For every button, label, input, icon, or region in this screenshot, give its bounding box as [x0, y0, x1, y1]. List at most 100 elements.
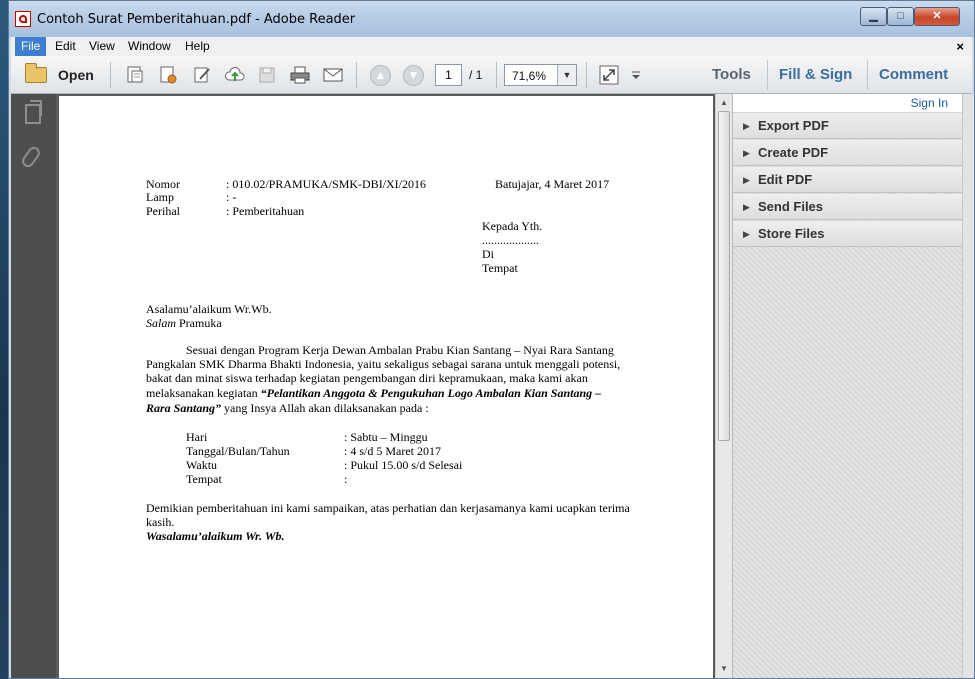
greeting-salam: Salam Pramuka — [146, 316, 222, 330]
desktop-background — [0, 0, 8, 679]
adobe-reader-window: Contoh Surat Pemberitahuan.pdf - Adobe R… — [8, 0, 975, 679]
zoom-select[interactable]: 71,6% ▼ — [504, 64, 577, 86]
body-line: melaksanakan kegiatan “Pelantikan Anggot… — [146, 386, 601, 400]
close-document-button[interactable]: × — [956, 37, 964, 56]
sign-in-link[interactable]: Sign In — [911, 96, 948, 110]
tab-fill-sign[interactable]: Fill & Sign — [779, 66, 852, 83]
body-line: Pangkalan SMK Dharma Bhakti Indonesia, y… — [146, 357, 621, 371]
lamp-label: Lamp — [146, 190, 174, 204]
panel-store-files[interactable]: ▶ Store Files — [733, 221, 962, 247]
page-total: / 1 — [469, 68, 483, 82]
panel-label: Create PDF — [758, 145, 829, 160]
toolbar-separator — [356, 62, 357, 88]
chevron-right-icon: ▶ — [743, 148, 750, 158]
detail-label: Tanggal/Bulan/Tahun — [186, 444, 290, 458]
event-name: Rara Santang” — [146, 401, 222, 415]
scroll-thumb[interactable] — [718, 111, 730, 441]
attachments-icon[interactable] — [19, 144, 43, 170]
toolbar-options-icon[interactable] — [629, 65, 643, 85]
recipient-line: Tempat — [482, 261, 518, 275]
detail-value: : Sabtu – Minggu — [344, 430, 428, 444]
recipient-line: Kepada Yth. — [482, 219, 543, 233]
detail-value: : Pukul 15.00 s/d Selesai — [344, 458, 463, 472]
panel-export-pdf[interactable]: ▶ Export PDF — [733, 113, 962, 139]
fullscreen-icon[interactable] — [598, 65, 620, 85]
closing-line: Demikian pemberitahuan ini kami sampaika… — [146, 501, 630, 515]
panel-label: Send Files — [758, 199, 824, 214]
toolbar-separator — [110, 62, 111, 88]
greeting-salam-italic: Salam — [146, 316, 176, 330]
open-button[interactable]: Open — [58, 67, 94, 83]
greeting-salam-rest: Pramuka — [176, 316, 222, 330]
panel-create-pdf[interactable]: ▶ Create PDF — [733, 140, 962, 166]
cloud-upload-icon[interactable] — [224, 65, 246, 85]
nomor-label: Nomor — [146, 177, 180, 191]
detail-label: Tempat — [186, 472, 222, 486]
chevron-right-icon: ▶ — [743, 229, 750, 239]
body-line: Sesuai dengan Program Kerja Dewan Ambala… — [186, 343, 614, 357]
menu-help[interactable]: Help — [179, 37, 216, 56]
menu-window[interactable]: Window — [122, 37, 177, 56]
lamp-value: : - — [226, 190, 237, 204]
toolbar: Open ▲ ▼ 1 / 1 71,6% ▼ Tools Fill & Sign… — [11, 56, 972, 94]
print-icon[interactable] — [289, 65, 311, 85]
zoom-value: 71,6% — [512, 69, 547, 83]
page-thumbnails-icon[interactable] — [25, 100, 42, 124]
detail-label: Hari — [186, 430, 208, 444]
menu-file[interactable]: File — [15, 37, 47, 56]
chevron-right-icon: ▶ — [743, 121, 750, 131]
create-pdf-icon[interactable] — [124, 65, 146, 85]
navigation-pane — [11, 94, 57, 678]
tools-pane: Sign In ▶ Export PDF ▶ Create PDF ▶ Edit… — [732, 94, 962, 678]
greeting: Asalamu’alaikum Wr.Wb. — [146, 302, 272, 316]
tab-separator — [867, 60, 868, 90]
tab-separator — [767, 60, 768, 90]
scroll-up-icon[interactable]: ▲ — [717, 96, 731, 110]
detail-label: Waktu — [186, 458, 218, 472]
document-scrollbar[interactable]: ▲ ▼ — [715, 94, 732, 678]
event-name: “Pelantikan Anggota & Pengukuhan Logo Am… — [260, 386, 602, 400]
body-line: Rara Santang” yang Insya Allah akan dila… — [146, 401, 429, 415]
maximize-button[interactable]: □ — [887, 7, 914, 26]
nomor-value: : 010.02/PRAMUKA/SMK-DBI/XI/2016 — [226, 177, 427, 191]
place-date: Batujajar, 4 Maret 2017 — [495, 177, 610, 191]
tools-pane-scrollbar[interactable] — [962, 94, 974, 678]
perihal-value: : Pemberitahuan — [226, 204, 305, 218]
body-line: bakat dan minat siswa terhadap kegiatan … — [146, 371, 588, 385]
adobe-reader-icon — [15, 11, 31, 27]
body-text: melaksanakan kegiatan — [146, 386, 261, 400]
page-number-input[interactable]: 1 — [435, 64, 462, 86]
tab-tools[interactable]: Tools — [712, 66, 751, 83]
close-window-button[interactable]: ✕ — [914, 7, 960, 26]
menu-edit[interactable]: Edit — [49, 37, 82, 56]
folder-icon[interactable] — [25, 63, 47, 83]
closing-salutation: Wasalamu’alaikum Wr. Wb. — [146, 529, 285, 543]
menu-view[interactable]: View — [83, 37, 121, 56]
edit-pdf-icon[interactable] — [157, 65, 179, 85]
detail-value: : 4 s/d 5 Maret 2017 — [344, 444, 441, 458]
panel-send-files[interactable]: ▶ Send Files — [733, 194, 962, 220]
detail-value: : — [344, 472, 348, 486]
scroll-down-icon[interactable]: ▼ — [717, 662, 731, 676]
body-text: yang Insya Allah akan dilaksanakan pada … — [221, 401, 429, 415]
title-bar[interactable]: Contoh Surat Pemberitahuan.pdf - Adobe R… — [9, 1, 974, 37]
document-viewer[interactable]: Nomor : 010.02/PRAMUKA/SMK-DBI/XI/2016 B… — [56, 94, 715, 678]
toolbar-separator — [586, 62, 587, 88]
panel-edit-pdf[interactable]: ▶ Edit PDF — [733, 167, 962, 193]
chevron-down-icon[interactable]: ▼ — [557, 65, 576, 85]
recipient-line: Di — [482, 247, 494, 261]
minimize-button[interactable]: ▁ — [860, 7, 887, 26]
toolbar-separator — [496, 62, 497, 88]
prev-page-icon[interactable]: ▲ — [370, 65, 391, 86]
sign-in-bar: Sign In — [733, 94, 962, 113]
email-icon[interactable] — [322, 65, 344, 85]
next-page-icon[interactable]: ▼ — [403, 65, 424, 86]
window-title: Contoh Surat Pemberitahuan.pdf - Adobe R… — [37, 12, 356, 27]
panel-label: Export PDF — [758, 118, 829, 133]
sign-icon[interactable] — [191, 65, 213, 85]
closing-line: kasih. — [146, 515, 175, 529]
panel-label: Edit PDF — [758, 172, 813, 187]
save-icon[interactable] — [256, 65, 278, 85]
tab-comment[interactable]: Comment — [879, 66, 948, 83]
chevron-right-icon: ▶ — [743, 175, 750, 185]
